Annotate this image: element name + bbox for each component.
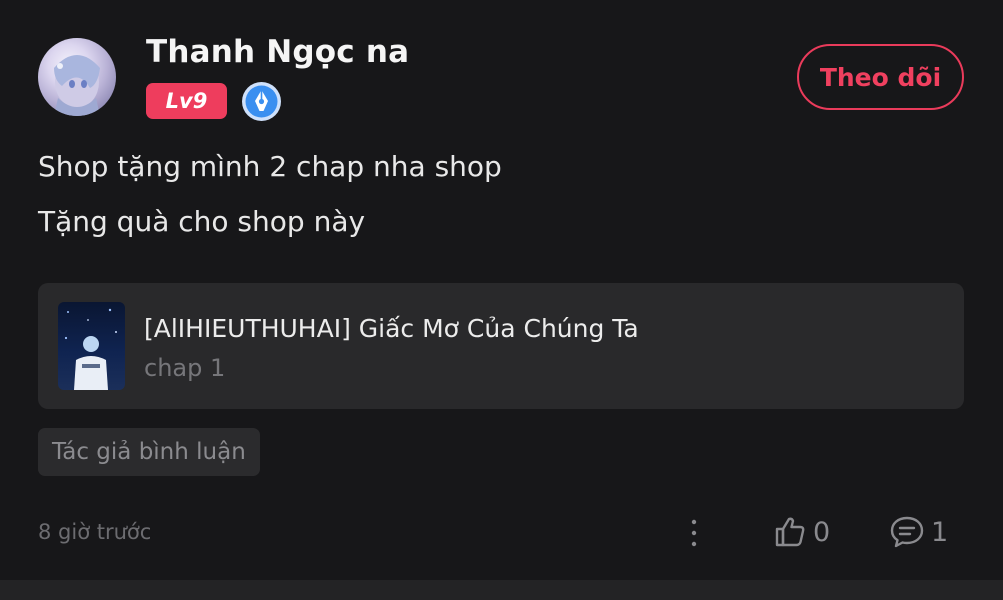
reply-button[interactable]: 1 xyxy=(889,512,948,552)
follow-button[interactable]: Theo dõi xyxy=(797,44,964,110)
comment-text-line-2: Tặng quà cho shop này xyxy=(38,205,366,238)
author-pen-badge-icon xyxy=(241,81,282,122)
thumbs-up-icon xyxy=(775,517,805,547)
like-count: 0 xyxy=(813,516,831,548)
gift-chapter-card[interactable]: [AlIHIEUTHUHAI] Giấc Mơ Của Chúng Ta cha… xyxy=(38,283,964,409)
more-vertical-icon[interactable] xyxy=(684,516,704,550)
level-badge: Lv9 xyxy=(146,83,227,119)
bottom-divider xyxy=(0,580,1003,600)
username[interactable]: Thanh Ngọc na xyxy=(146,34,409,70)
like-button[interactable]: 0 xyxy=(773,512,830,552)
chapter-label: chap 1 xyxy=(144,354,226,382)
comment-count: 1 xyxy=(931,516,949,548)
story-title: [AlIHIEUTHUHAI] Giấc Mơ Của Chúng Ta xyxy=(144,314,639,343)
author-comment-tag: Tác giả bình luận xyxy=(38,428,260,476)
avatar[interactable] xyxy=(38,38,116,116)
comment-post: Thanh Ngọc na Lv9 Theo dõi Shop tặng mìn… xyxy=(0,0,1003,580)
timestamp: 8 giờ trước xyxy=(38,520,152,544)
comment-icon xyxy=(890,516,924,548)
story-cover-thumbnail xyxy=(58,302,125,390)
comment-text-line-1: Shop tặng mình 2 chap nha shop xyxy=(38,150,502,183)
